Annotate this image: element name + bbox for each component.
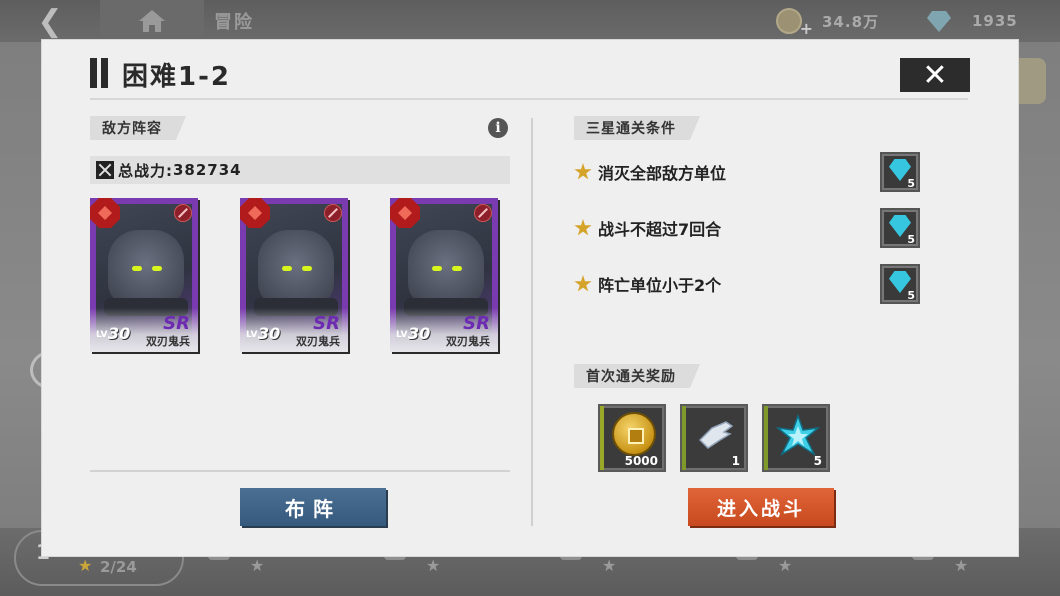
condition-reward[interactable]: 5 xyxy=(880,152,920,192)
glove-icon xyxy=(698,421,734,449)
condition-reward[interactable]: 5 xyxy=(880,264,920,304)
reward-quantity: 5 xyxy=(813,454,822,468)
sword-role-icon xyxy=(174,204,192,222)
info-icon[interactable]: i xyxy=(488,118,508,138)
crossed-swords-icon xyxy=(96,161,114,179)
sword-role-icon xyxy=(474,204,492,222)
coin-value: 34.8万 xyxy=(822,12,880,31)
crystal-star-icon xyxy=(776,414,820,457)
reward-item[interactable]: 1 xyxy=(680,404,748,472)
chapter-progress: 2/24 xyxy=(100,558,137,576)
unit-rarity: SR xyxy=(313,313,340,334)
fire-element-icon xyxy=(240,198,270,228)
condition-text: 战斗不超过7回合 xyxy=(598,220,722,239)
coin-icon xyxy=(776,8,814,38)
title-divider xyxy=(90,98,968,100)
total-power-label: 总战力: xyxy=(118,161,173,180)
star-icon: ★ xyxy=(602,556,617,575)
unit-level-label: LV xyxy=(396,330,408,340)
unit-level-label: LV xyxy=(246,330,258,340)
breadcrumb: 冒险 xyxy=(214,12,254,33)
left-divider xyxy=(90,470,510,472)
gem-value: 1935 xyxy=(972,12,1018,30)
star-icon xyxy=(574,219,592,236)
reward-quantity: 1 xyxy=(731,454,740,468)
star-icon: ★ xyxy=(954,556,969,575)
enemy-section-header: 敌方阵容 xyxy=(90,116,186,140)
unit-name: 双刃鬼兵 xyxy=(296,335,340,348)
condition-text: 阵亡单位小于2个 xyxy=(598,276,722,295)
star-icon: ★ xyxy=(778,556,793,575)
reward-quantity: 5 xyxy=(907,177,915,190)
back-button[interactable]: ❮ xyxy=(0,0,100,42)
unit-level: 30 xyxy=(258,324,281,343)
total-power-row: 总战力: 382734 xyxy=(90,156,510,184)
enemy-unit-card[interactable]: LV 30 SR 双刃鬼兵 xyxy=(240,198,348,352)
home-button[interactable] xyxy=(100,0,204,42)
star-icon: ★ xyxy=(426,556,441,575)
top-bar: ❮ 冒险 xyxy=(0,0,1060,42)
reward-item[interactable]: 5000 xyxy=(598,404,666,472)
reward-quantity: 5 xyxy=(907,233,915,246)
condition-reward[interactable]: 5 xyxy=(880,208,920,248)
unit-name: 双刃鬼兵 xyxy=(146,335,190,348)
star-icon xyxy=(574,163,592,180)
unit-level: 30 xyxy=(408,324,431,343)
unit-rarity: SR xyxy=(463,313,490,334)
reward-quantity: 5 xyxy=(907,289,915,302)
fire-element-icon xyxy=(390,198,420,228)
gem-counter[interactable]: 1935 xyxy=(926,8,1018,34)
condition-text: 消灭全部敌方单位 xyxy=(598,164,727,183)
unit-level: 30 xyxy=(108,324,131,343)
sword-role-icon xyxy=(324,204,342,222)
total-power-value: 382734 xyxy=(173,161,242,179)
star-icon: ★ xyxy=(78,556,93,575)
enemy-unit-card[interactable]: LV 30 SR 双刃鬼兵 xyxy=(390,198,498,352)
dialog-title: 困难1-2 xyxy=(122,62,231,92)
close-button[interactable]: ✕ xyxy=(900,57,970,93)
star-icon: ★ xyxy=(250,556,265,575)
home-icon xyxy=(139,10,165,32)
unit-level-label: LV xyxy=(96,330,108,340)
star-icon xyxy=(574,275,592,292)
column-divider xyxy=(531,118,533,526)
first-clear-section-header: 首次通关奖励 xyxy=(574,364,700,388)
unit-rarity: SR xyxy=(163,313,190,334)
reward-quantity: 5000 xyxy=(624,454,658,468)
fire-element-icon xyxy=(90,198,120,228)
reward-item[interactable]: 5 xyxy=(762,404,830,472)
unit-name: 双刃鬼兵 xyxy=(446,335,490,348)
enemy-unit-card[interactable]: LV 30 SR 双刃鬼兵 xyxy=(90,198,198,352)
close-icon: ✕ xyxy=(922,57,948,93)
gem-icon xyxy=(926,8,952,34)
enter-battle-button[interactable]: 进入战斗 xyxy=(688,488,834,526)
title-accent xyxy=(90,58,110,88)
deploy-button[interactable]: 布阵 xyxy=(240,488,386,526)
coin-counter[interactable]: 34.8万 xyxy=(776,8,880,38)
conditions-section-header: 三星通关条件 xyxy=(574,116,700,140)
gold-coin-icon xyxy=(612,412,656,456)
